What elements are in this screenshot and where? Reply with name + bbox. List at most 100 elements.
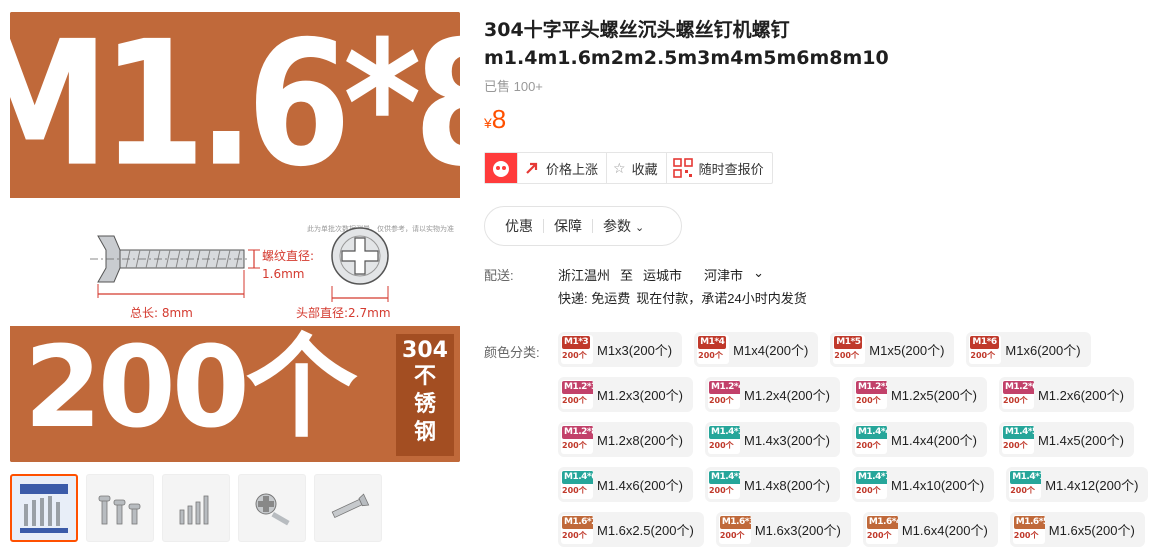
sku-option[interactable]: M1.2*4 200个 M1.2x4(200个) bbox=[704, 377, 840, 412]
sku-size-tag: M1.2*8 bbox=[562, 426, 593, 439]
sku-size-tag: M1.4*8 bbox=[708, 471, 740, 484]
sku-label: M1.4x12(200个) bbox=[1045, 478, 1139, 493]
product-title: 304十字平头螺丝沉头螺丝钉机螺钉 m1.4m1.6m2m2.5m3m4m5m6… bbox=[484, 19, 889, 69]
material-char-2: 锈 bbox=[413, 392, 436, 417]
sku-option[interactable]: M1*5 200个 M1x5(200个) bbox=[830, 332, 955, 367]
price-check-button[interactable]: 随时查报价 bbox=[665, 153, 772, 183]
screws-set-icon bbox=[179, 495, 209, 525]
sku-row: M1.2*3 200个 M1.2x3(200个) M1.2*4 200个 M1.2x4(2… bbox=[558, 377, 1158, 412]
thumbnail-4[interactable] bbox=[238, 474, 306, 542]
sku-row: M1.4*6 200个 M1.4x6(200个) M1.4*8 200个 M1.4x8(2… bbox=[558, 467, 1158, 502]
thumbnail-3[interactable] bbox=[162, 474, 230, 542]
material-char-3: 钢 bbox=[413, 420, 436, 445]
sku-label: M1.6x5(200个) bbox=[1048, 523, 1135, 538]
sku-option[interactable]: M1.4*6 200个 M1.4x6(200个) bbox=[558, 467, 693, 502]
screw-diagram-icon: 螺纹直径: 1.6mm 总长: 8mm 头部直径:2.7mm bbox=[90, 227, 391, 320]
tab-params[interactable]: 参数 ⌄ bbox=[593, 216, 654, 236]
sku-label: M1x3(200个) bbox=[597, 343, 673, 358]
sku-pcs-tag: 200个 bbox=[562, 486, 587, 495]
sku-thumbnail: M1*5 200个 bbox=[833, 335, 866, 364]
sku-option[interactable]: M1.2*8 200个 M1.2x8(200个) bbox=[558, 422, 693, 457]
sku-size-tag: M1.2*5 bbox=[855, 381, 887, 394]
sku-option[interactable]: M1.6*4 200个 M1.6x4(200个) bbox=[862, 512, 998, 547]
sku-label: M1.4x8(200个) bbox=[743, 478, 830, 493]
sku-label: M1.4x5(200个) bbox=[1037, 433, 1124, 448]
sku-option[interactable]: M1.2*6 200个 M1.2x6(200个) bbox=[998, 377, 1134, 412]
sku-pcs-tag: 200个 bbox=[834, 351, 859, 360]
screws-group-icon bbox=[98, 495, 141, 525]
tab-discount[interactable]: 优惠 bbox=[495, 216, 543, 236]
sku-thumbnail: M1*3 200个 bbox=[561, 335, 593, 364]
sku-size-tag: M1.2*3 bbox=[562, 381, 593, 394]
sku-thumbnail: M1.6*3 200个 bbox=[718, 515, 751, 544]
material-number: 304 bbox=[402, 338, 448, 363]
image-quantity-band: 200个 304 不 锈 钢 bbox=[10, 326, 460, 462]
head-diameter-label: 头部直径:2.7mm bbox=[296, 305, 391, 320]
assorted-screws-icon bbox=[20, 484, 68, 533]
sku-size-tag: M1.6*5 bbox=[1013, 516, 1045, 529]
ship-from: 浙江温州 bbox=[558, 268, 611, 283]
sku-option[interactable]: M1*6 200个 M1x6(200个) bbox=[966, 332, 1091, 367]
sku-pcs-tag: 200个 bbox=[866, 531, 892, 540]
sku-pcs-tag: 200个 bbox=[562, 531, 587, 540]
single-screw-icon bbox=[331, 493, 370, 519]
chevron-down-icon[interactable]: ⌄ bbox=[753, 265, 764, 284]
sku-thumbnail: M1.6*2.5 200个 bbox=[561, 515, 593, 544]
ship-to-word: 至 bbox=[620, 268, 634, 283]
ship-city[interactable]: 运城市 bbox=[643, 265, 682, 284]
thumbnail-1[interactable] bbox=[10, 474, 78, 542]
sku-option[interactable]: M1.4*3 200个 M1.4x3(200个) bbox=[704, 422, 840, 457]
sku-size-tag: M1.2*4 bbox=[708, 381, 740, 394]
sku-size-tag: M1.4*4 bbox=[855, 426, 887, 439]
sku-pcs-tag: 200个 bbox=[970, 351, 996, 360]
sku-label: M1.2x8(200个) bbox=[597, 433, 683, 448]
sku-option[interactable]: M1.6*3 200个 M1.6x3(200个) bbox=[715, 512, 851, 547]
shipping-route: 浙江温州 至 运城市 河津市 ⌄ bbox=[558, 265, 764, 284]
sku-pcs-tag: 200个 bbox=[562, 441, 587, 450]
price-rise-button[interactable]: 价格上涨 bbox=[517, 153, 606, 183]
main-product-image[interactable]: M1.6*8 此为单批次数据测量，仅供参考，请以实物为准 螺纹直径: 1.6mm bbox=[10, 12, 460, 462]
sku-option[interactable]: M1.4*5 200个 M1.4x5(200个) bbox=[998, 422, 1134, 457]
sku-size-tag: M1.4*3 bbox=[708, 426, 740, 439]
sku-option[interactable]: M1.4*12 200个 M1.4x12(200个) bbox=[1006, 467, 1149, 502]
ship-county[interactable]: 河津市 bbox=[704, 265, 743, 284]
sku-pcs-tag: 200个 bbox=[1002, 396, 1028, 405]
thread-diameter-label: 螺纹直径: bbox=[262, 249, 314, 263]
price-rise-label: 价格上涨 bbox=[546, 161, 599, 177]
shipping-promise: 现在付款，承诺24小时内发货 bbox=[636, 291, 807, 306]
sku-thumbnail: M1.2*5 200个 bbox=[854, 380, 887, 409]
image-size-band: M1.6*8 bbox=[10, 12, 460, 198]
thumbnail-2[interactable] bbox=[86, 474, 154, 542]
sku-option[interactable]: M1.4*8 200个 M1.4x8(200个) bbox=[704, 467, 840, 502]
sku-size-tag: M1.2*6 bbox=[1002, 381, 1034, 394]
sku-size-tag: M1.6*2.5 bbox=[562, 516, 593, 529]
sku-thumbnail: M1.4*8 200个 bbox=[707, 470, 740, 499]
sku-option[interactable]: M1.4*4 200个 M1.4x4(200个) bbox=[851, 422, 987, 457]
sku-label: M1.4x10(200个) bbox=[890, 478, 985, 493]
sku-thumbnail: M1.4*3 200个 bbox=[707, 425, 740, 454]
tab-guarantee[interactable]: 保障 bbox=[544, 216, 592, 236]
sku-row: M1.2*8 200个 M1.2x8(200个) M1.4*3 200个 M1.4x3(2… bbox=[558, 422, 1158, 457]
sku-option[interactable]: M1.6*2.5 200个 M1.6x2.5(200个) bbox=[558, 512, 704, 547]
sku-label: M1x6(200个) bbox=[1005, 343, 1081, 358]
sku-option[interactable]: M1.4*10 200个 M1.4x10(200个) bbox=[851, 467, 995, 502]
thumbnail-5[interactable] bbox=[314, 474, 382, 542]
sku-thumbnail: M1.4*12 200个 bbox=[1009, 470, 1042, 499]
sku-option[interactable]: M1.2*3 200个 M1.2x3(200个) bbox=[558, 377, 693, 412]
sku-label: M1.6x2.5(200个) bbox=[597, 523, 694, 538]
info-tabs: 优惠 保障 参数 ⌄ bbox=[484, 206, 682, 246]
sku-thumbnail: M1.4*6 200个 bbox=[561, 470, 593, 499]
screw-heads-icon bbox=[255, 493, 290, 526]
favorite-button[interactable]: ☆ 收藏 bbox=[606, 153, 666, 183]
sku-size-tag: M1*3 bbox=[562, 336, 591, 349]
sku-option[interactable]: M1.6*5 200个 M1.6x5(200个) bbox=[1009, 512, 1145, 547]
sku-thumbnail: M1.4*4 200个 bbox=[854, 425, 887, 454]
sku-option[interactable]: M1*3 200个 M1x3(200个) bbox=[558, 332, 683, 367]
sku-option[interactable]: M1*4 200个 M1x4(200个) bbox=[694, 332, 819, 367]
price-check-label: 随时查报价 bbox=[698, 161, 764, 177]
sku-pcs-tag: 200个 bbox=[708, 486, 734, 495]
sku-size-tag: M1.4*10 bbox=[855, 471, 887, 484]
sku-label: M1.2x6(200个) bbox=[1037, 388, 1124, 403]
sku-option[interactable]: M1.2*5 200个 M1.2x5(200个) bbox=[851, 377, 987, 412]
sku-pcs-tag: 200个 bbox=[1013, 531, 1039, 540]
